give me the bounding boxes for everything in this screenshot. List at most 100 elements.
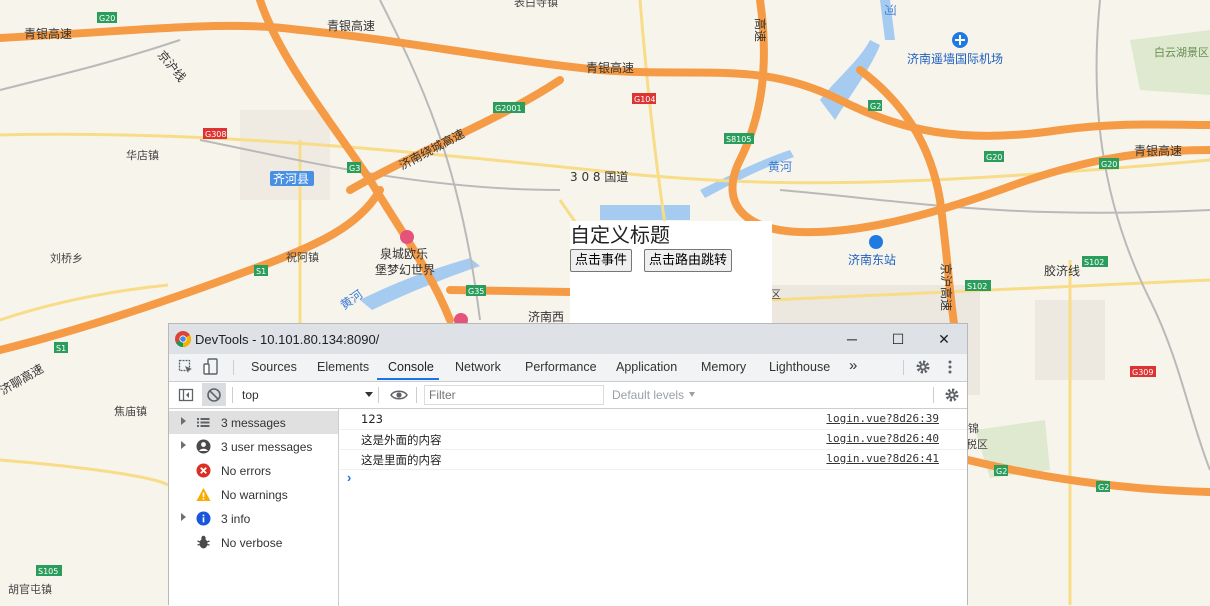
filter-input[interactable] bbox=[424, 385, 604, 405]
map-label-zhuahe: 祝阿镇 bbox=[286, 250, 319, 264]
map-label-qingyin-1: 青银高速 bbox=[24, 26, 72, 41]
log-source-link[interactable]: login.vue?8d26:39 bbox=[826, 412, 939, 425]
sidebar-item-label: 3 messages bbox=[221, 416, 286, 430]
map-label-jin-r: 锦 bbox=[968, 421, 979, 435]
sidebar-item-label: No verbose bbox=[221, 536, 283, 550]
map-label-jinghu-express: 京沪高速 bbox=[939, 263, 954, 311]
sidebar-item-errors[interactable]: No errors bbox=[169, 459, 338, 482]
console-prompt-icon[interactable]: › bbox=[347, 470, 351, 485]
devtools-titlebar[interactable]: DevTools - 10.101.80.134:8090/ ─ ☐ ✕ bbox=[169, 324, 967, 354]
tab-sources[interactable]: Sources bbox=[251, 360, 297, 374]
more-tabs-icon[interactable]: » bbox=[849, 357, 857, 374]
shield-g2001: G2001 bbox=[495, 104, 522, 113]
sidebar-toggle-icon[interactable] bbox=[178, 387, 194, 403]
tab-console[interactable]: Console bbox=[388, 360, 434, 374]
sidebar-item-info[interactable]: 3 info bbox=[169, 507, 338, 530]
expand-arrow-icon[interactable] bbox=[181, 513, 186, 521]
levels-dropdown-icon[interactable] bbox=[689, 392, 695, 397]
shield-s105: S105 bbox=[38, 567, 58, 576]
toolbar-divider-2 bbox=[378, 387, 379, 403]
inspect-element-icon[interactable] bbox=[178, 359, 194, 375]
click-event-button[interactable]: 点击事件 bbox=[570, 249, 633, 272]
shield-s8105: S8105 bbox=[726, 135, 751, 144]
shield-s102-a: S102 bbox=[967, 282, 987, 291]
tab-performance[interactable]: Performance bbox=[525, 360, 597, 374]
sidebar-item-messages[interactable]: 3 messages bbox=[169, 411, 338, 434]
tab-memory[interactable]: Memory bbox=[701, 360, 746, 374]
context-dropdown-icon[interactable] bbox=[365, 392, 373, 397]
list-icon bbox=[197, 418, 210, 427]
tab-elements[interactable]: Elements bbox=[317, 360, 369, 374]
amusement-park-icon bbox=[400, 230, 414, 244]
console-sidebar: 3 messages 3 user messages No errors No bbox=[169, 409, 339, 606]
default-levels-dropdown[interactable]: Default levels bbox=[612, 388, 684, 402]
clear-console-icon[interactable] bbox=[206, 387, 222, 403]
sidebar-item-label: No warnings bbox=[221, 488, 288, 502]
sidebar-item-label: 3 info bbox=[221, 512, 251, 526]
info-icon bbox=[196, 511, 211, 526]
app-panel: 自定义标题 点击事件 点击路由跳转 bbox=[570, 221, 772, 323]
shield-g104: G104 bbox=[634, 95, 655, 104]
console-log-row: 123 login.vue?8d26:39 bbox=[339, 409, 967, 430]
sidebar-item-label: No errors bbox=[221, 464, 272, 478]
log-source-link[interactable]: login.vue?8d26:40 bbox=[826, 432, 939, 445]
map-label-he-top: 河 bbox=[883, 4, 897, 16]
train-station-icon bbox=[869, 235, 883, 249]
expand-arrow-icon[interactable] bbox=[181, 441, 186, 449]
console-log-row: 这是外面的内容 login.vue?8d26:40 bbox=[339, 429, 967, 450]
console-toolbar: top Default levels bbox=[169, 382, 967, 409]
tab-lighthouse[interactable]: Lighthouse bbox=[769, 360, 830, 374]
map-label-jiaoji: 胶济线 bbox=[1044, 263, 1080, 278]
active-tab-indicator bbox=[377, 378, 439, 380]
log-source-link[interactable]: login.vue?8d26:41 bbox=[826, 452, 939, 465]
map-label-airport: 济南遥墙国际机场 bbox=[907, 51, 1003, 66]
shield-g309: G309 bbox=[1132, 368, 1153, 377]
context-select[interactable]: top bbox=[242, 388, 259, 402]
sidebar-item-user-messages[interactable]: 3 user messages bbox=[169, 435, 338, 458]
warning-icon bbox=[196, 488, 211, 501]
shield-g20-c: G20 bbox=[1101, 160, 1117, 169]
map-label-jinan-west: 济南西 bbox=[528, 309, 564, 324]
sidebar-item-verbose[interactable]: No verbose bbox=[169, 531, 338, 554]
map-label-qingyin-4: 青银高速 bbox=[1134, 143, 1182, 158]
shield-s102-b: S102 bbox=[1084, 258, 1104, 267]
shield-s1-a: S1 bbox=[256, 267, 266, 276]
map-label-sutang: 表白寺镇 bbox=[514, 0, 558, 9]
map-label-jiaozhuang: 焦庙镇 bbox=[114, 404, 147, 418]
shield-g3: G3 bbox=[349, 164, 360, 173]
maximize-button[interactable]: ☐ bbox=[875, 324, 921, 354]
sidebar-item-warnings[interactable]: No warnings bbox=[169, 483, 338, 506]
chrome-icon bbox=[175, 331, 191, 347]
map-label-qingyin-3: 青银高速 bbox=[586, 60, 634, 75]
close-button[interactable]: ✕ bbox=[921, 324, 967, 354]
settings-gear-icon[interactable] bbox=[915, 359, 931, 375]
map-label-dreamworld: 堡梦幻世界 bbox=[375, 262, 435, 277]
tab-network[interactable]: Network bbox=[455, 360, 501, 374]
toolbar-divider bbox=[232, 387, 233, 403]
minimize-button[interactable]: ─ bbox=[829, 324, 875, 354]
route-jump-button[interactable]: 点击路由跳转 bbox=[644, 249, 733, 272]
device-toolbar-icon[interactable] bbox=[203, 358, 219, 376]
map-label-baiyun: 白云湖景区 bbox=[1154, 45, 1209, 59]
kebab-menu-icon[interactable] bbox=[947, 359, 953, 375]
map-label-liuqiao: 刘桥乡 bbox=[50, 252, 83, 265]
map-label-qihe: 齐河县 bbox=[273, 171, 309, 186]
tab-divider bbox=[233, 360, 234, 375]
shield-g35: G35 bbox=[468, 287, 484, 296]
map-label-quancheng: 泉城欧乐 bbox=[380, 247, 428, 261]
shield-g308: G308 bbox=[205, 130, 226, 139]
page-title: 自定义标题 bbox=[570, 223, 670, 247]
user-icon bbox=[196, 439, 211, 454]
devtools-window: DevTools - 10.101.80.134:8090/ ─ ☐ ✕ Sou… bbox=[168, 323, 968, 606]
tab-application[interactable]: Application bbox=[616, 360, 677, 374]
expand-arrow-icon[interactable] bbox=[181, 417, 186, 425]
map-label-road-308: 3 0 8 国道 bbox=[570, 170, 628, 184]
live-expression-eye-icon[interactable] bbox=[390, 389, 408, 401]
console-output[interactable]: 123 login.vue?8d26:39 这是外面的内容 login.vue?… bbox=[339, 409, 967, 606]
console-settings-gear-icon[interactable] bbox=[944, 387, 960, 403]
shield-s1-b: S1 bbox=[56, 344, 66, 353]
devtools-tabbar: Sources Elements Console Network Perform… bbox=[169, 354, 967, 382]
map-label-tax-r: 税区 bbox=[966, 437, 988, 451]
sidebar-item-label: 3 user messages bbox=[221, 440, 313, 454]
error-icon bbox=[196, 463, 211, 478]
